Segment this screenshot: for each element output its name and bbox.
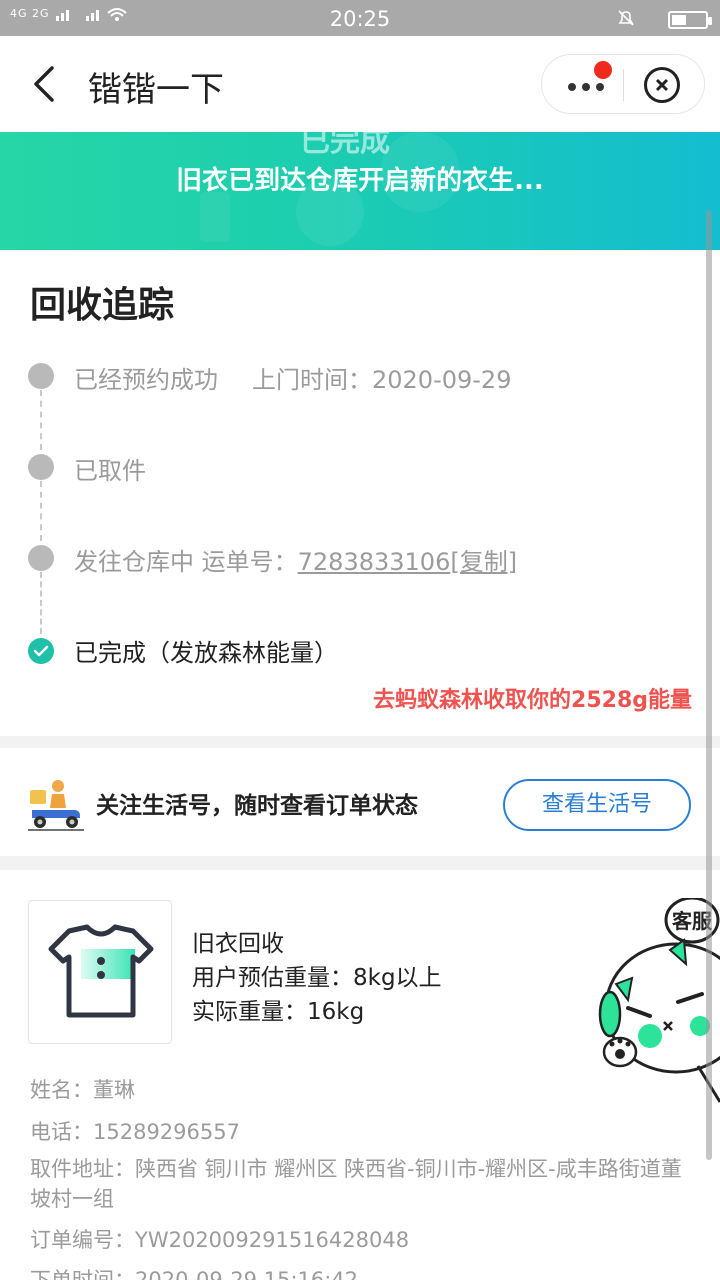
- tshirt-icon: [48, 924, 154, 1018]
- battery-icon: [668, 11, 712, 29]
- close-miniprogram-button[interactable]: [644, 67, 680, 103]
- status-bar: 4G 2G 20:25: [0, 0, 720, 36]
- banner-title: 已完成: [300, 132, 390, 159]
- copy-button[interactable]: [复制]: [450, 548, 517, 576]
- screen: 4G 2G 20:25 锴锴一下 已完成 旧衣已到达仓库开启新的衣生... 回收…: [0, 0, 720, 1280]
- banner-text: 旧衣已到达仓库开启新的衣生...: [176, 166, 544, 196]
- close-icon: [655, 78, 669, 92]
- miniprogram-capsule: [541, 54, 705, 114]
- bell-muted-icon: [618, 10, 634, 26]
- product-image: [28, 900, 172, 1044]
- step-shipping: 发往仓库中 运单号：7283833106[复制]: [74, 548, 518, 576]
- delivery-scooter-icon: [28, 780, 84, 831]
- order-number: 订单编号：YW202009291516428048: [30, 1228, 410, 1252]
- status-time: 20:25: [329, 7, 391, 31]
- page-scrollbar[interactable]: [706, 210, 712, 1160]
- step-check-icon: [28, 638, 54, 664]
- estimated-weight: 用户预估重量：8kg以上: [192, 965, 442, 991]
- navigation-bar: 锴锴一下: [0, 36, 720, 132]
- order-time: 下单时间：2020-09-29 15:16:42: [30, 1268, 359, 1280]
- tracking-title: 回收追踪: [30, 285, 175, 326]
- back-arrow-icon[interactable]: [26, 62, 66, 106]
- notification-dot: [594, 61, 612, 79]
- step-dot: [28, 545, 54, 571]
- pickup-address: 取件地址：陕西省 铜川市 耀州区 陕西省-铜川市-耀州区-咸丰路街道董坡村一组: [30, 1157, 682, 1211]
- view-life-account-button[interactable]: 查看生活号: [503, 779, 691, 831]
- actual-weight: 实际重量：16kg: [192, 999, 365, 1025]
- status-banner: 已完成 旧衣已到达仓库开启新的衣生...: [0, 132, 720, 250]
- tracking-card: 回收追踪 已经预约成功 上门时间：2020-09-29 已取件 发往仓库中 运单号…: [0, 250, 720, 736]
- capsule-divider: [623, 69, 624, 101]
- customer-name: 姓名：董琳: [30, 1078, 135, 1102]
- tracking-number-link[interactable]: 7283833106: [298, 548, 451, 576]
- customer-phone: 电话：15289296557: [30, 1120, 240, 1144]
- customer-service-mascot[interactable]: 客服: [598, 898, 720, 1108]
- forest-energy-link[interactable]: 去蚂蚁森林收取你的2528g能量: [373, 682, 692, 714]
- step-picked-up: 已取件: [74, 457, 146, 485]
- step-connector: [40, 390, 42, 450]
- step-connector: [40, 481, 42, 541]
- step-booked: 已经预约成功 上门时间：2020-09-29: [74, 366, 512, 394]
- follow-card: 关注生活号，随时查看订单状态 查看生活号: [0, 748, 720, 856]
- step-dot: [28, 363, 54, 389]
- step-dot: [28, 454, 54, 480]
- step-connector: [40, 572, 42, 634]
- step-completed: 已完成（发放森林能量）: [74, 639, 338, 667]
- product-name: 旧衣回收: [192, 931, 284, 957]
- follow-prompt: 关注生活号，随时查看订单状态: [96, 793, 418, 819]
- status-right: [616, 8, 712, 30]
- page-title: 锴锴一下: [88, 70, 224, 110]
